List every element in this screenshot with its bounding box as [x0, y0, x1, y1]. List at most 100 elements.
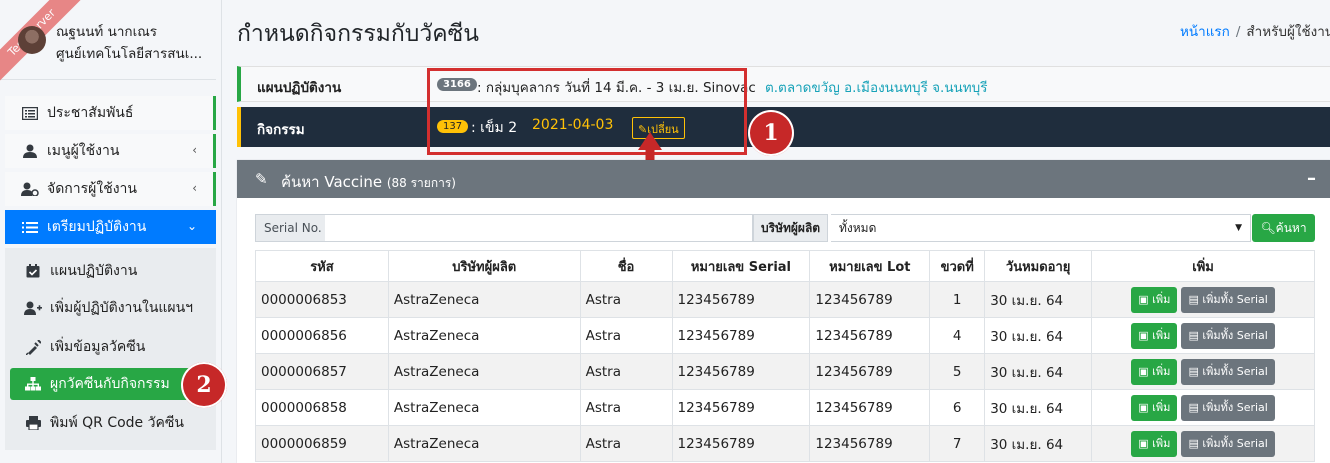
user-organization: ศูนย์เทคโนโลยีสารสนเ...: [56, 46, 203, 62]
bottles-icon: ▤: [1188, 400, 1199, 414]
syringe-icon: [24, 339, 42, 355]
serial-prefix-label: Serial No.: [255, 214, 331, 242]
add-all-serial-button[interactable]: ▤ เพิ่มทั้ง Serial: [1181, 358, 1275, 385]
chevron-left-icon: ‹: [192, 181, 197, 195]
add-all-serial-button[interactable]: ▤ เพิ่มทั้ง Serial: [1181, 394, 1275, 421]
table-cell: 123456789: [671, 353, 811, 390]
vaccine-count: (88 รายการ): [386, 176, 456, 190]
column-header[interactable]: บริษัทผู้ผลิต: [387, 250, 581, 282]
add-all-serial-button[interactable]: ▤ เพิ่มทั้ง Serial: [1181, 430, 1275, 457]
work-plan-label: แผนปฏิบัติงาน: [257, 80, 342, 96]
table-cell: AstraZeneca: [387, 353, 581, 390]
sidebar-item-manage-users[interactable]: จัดการผู้ใช้งาน ‹: [5, 172, 216, 206]
table-cell: 123456789: [809, 353, 931, 390]
sidebar-item-user-menu[interactable]: เมนูผู้ใช้งาน ‹: [5, 134, 216, 168]
table-row: 0000006859 AstraZeneca Astra 123456789 12345…: [255, 425, 1315, 462]
user-cog-icon: [21, 182, 39, 196]
chevron-down-icon: ⌄: [186, 219, 197, 233]
sidebar-subitem-print-qr[interactable]: พิมพ์ QR Code วัคซีน: [10, 407, 216, 439]
list-alt-icon: [21, 106, 39, 120]
print-icon: [24, 416, 42, 430]
table-cell: 0000006853: [255, 281, 389, 318]
table-cell-actions: ▣ เพิ่ม ▤ เพิ่มทั้ง Serial: [1091, 317, 1315, 354]
column-header[interactable]: รหัส: [255, 250, 389, 282]
syringe-icon: ✎: [255, 170, 268, 188]
table-cell: 123456789: [809, 425, 931, 462]
sidebar-item-prepare-work[interactable]: เตรียมปฏิบัติงาน ⌄: [5, 210, 216, 244]
column-header[interactable]: ขวดที่: [929, 250, 986, 282]
table-cell: 1: [929, 281, 986, 318]
plus-bottle-icon: ▣: [1138, 400, 1149, 414]
add-vaccine-button[interactable]: ▣ เพิ่ม: [1131, 394, 1178, 421]
table-cell: 4: [929, 317, 986, 354]
table-cell: Astra: [579, 425, 673, 462]
table-cell: 0000006856: [255, 317, 389, 354]
annotation-marker-1: 1: [748, 110, 794, 156]
table-row: 0000006856 AstraZeneca Astra 123456789 12345…: [255, 317, 1315, 354]
table-cell: Astra: [579, 389, 673, 426]
sidebar-subitem-add-workers[interactable]: เพิ่มผู้ปฏิบัติงานในแผนฯ: [10, 292, 216, 324]
user-name[interactable]: ณฐนนท์ นากเณร: [56, 20, 157, 42]
table-cell: 123456789: [671, 425, 811, 462]
sidebar-item-label: เมนูผู้ใช้งาน: [47, 143, 120, 159]
sidebar-subitem-label: เพิ่มผู้ปฏิบัติงานในแผนฯ: [50, 300, 194, 316]
activity-label: กิจกรรม: [257, 122, 305, 138]
add-vaccine-button[interactable]: ▣ เพิ่ม: [1131, 322, 1178, 349]
table-cell: 123456789: [671, 317, 811, 354]
sidebar-subitem-add-vaccine[interactable]: เพิ่มข้อมูลวัคซีน: [10, 331, 216, 363]
add-vaccine-button[interactable]: ▣ เพิ่ม: [1131, 358, 1178, 385]
column-header[interactable]: ชื่อ: [579, 250, 673, 282]
sitemap-icon: [24, 377, 42, 391]
add-vaccine-button[interactable]: ▣ เพิ่ม: [1131, 430, 1178, 457]
table-cell-actions: ▣ เพิ่ม ▤ เพิ่มทั้ง Serial: [1091, 353, 1315, 390]
search-bar: Serial No. บริษัทผู้ผลิต ทั้งหมด ▼ 🔍︎ค้น…: [255, 214, 1315, 242]
table-row: 0000006853 AstraZeneca Astra 123456789 12345…: [255, 281, 1315, 318]
table-cell: 7: [929, 425, 986, 462]
table-cell: 5: [929, 353, 986, 390]
sidebar-item-label: ประชาสัมพันธ์: [47, 105, 134, 121]
card-header: ✎ ค้นหา Vaccine (88 รายการ) –: [237, 160, 1330, 198]
sidebar-subitem-work-plan[interactable]: แผนปฏิบัติงาน: [10, 255, 216, 287]
add-vaccine-button[interactable]: ▣ เพิ่ม: [1131, 286, 1178, 313]
annotation-marker-2: 2: [181, 362, 227, 408]
breadcrumb-home-link[interactable]: หน้าแรก: [1180, 24, 1230, 40]
plus-bottle-icon: ▣: [1138, 436, 1149, 450]
table-cell: 0000006859: [255, 425, 389, 462]
breadcrumb-current: สำหรับผู้ใช้งาน: [1246, 24, 1330, 40]
bottles-icon: ▤: [1188, 328, 1199, 342]
table-cell: 123456789: [809, 317, 931, 354]
add-all-serial-button[interactable]: ▤ เพิ่มทั้ง Serial: [1181, 322, 1275, 349]
vaccine-search-card: ✎ ค้นหา Vaccine (88 รายการ) – Serial No.…: [237, 160, 1330, 463]
maker-select[interactable]: ทั้งหมด ▼: [831, 214, 1251, 242]
search-button[interactable]: 🔍︎ค้นหา: [1252, 214, 1315, 242]
add-all-serial-button[interactable]: ▤ เพิ่มทั้ง Serial: [1181, 286, 1275, 313]
collapse-button[interactable]: –: [1307, 168, 1316, 189]
table-cell: Astra: [579, 353, 673, 390]
table-cell: 30 เม.ย. 64: [984, 425, 1093, 462]
table-cell: 30 เม.ย. 64: [984, 317, 1093, 354]
table-cell: AstraZeneca: [387, 317, 581, 354]
breadcrumb-separator: /: [1235, 24, 1241, 40]
column-header[interactable]: หมายเลข Lot: [809, 250, 931, 282]
page-title: กำหนดกิจกรรมกับวัคซีน: [237, 21, 480, 47]
sidebar-item-news[interactable]: ประชาสัมพันธ์: [5, 96, 216, 130]
card-title: ค้นหา Vaccine (88 รายการ): [281, 173, 456, 191]
column-header[interactable]: หมายเลข Serial: [671, 250, 811, 282]
table-cell: Astra: [579, 317, 673, 354]
table-cell: 30 เม.ย. 64: [984, 389, 1093, 426]
user-plus-icon: [24, 301, 42, 315]
caret-down-icon: ▼: [1235, 223, 1242, 233]
serial-search-input[interactable]: [325, 214, 753, 242]
avatar[interactable]: [18, 26, 46, 54]
plus-bottle-icon: ▣: [1138, 292, 1149, 306]
work-plan-row: แผนปฏิบัติงาน 3166 : กลุ่มบุคลากร วันที่…: [237, 66, 1330, 102]
plus-bottle-icon: ▣: [1138, 364, 1149, 378]
plus-bottle-icon: ▣: [1138, 328, 1149, 342]
column-header[interactable]: วันหมดอายุ: [984, 250, 1093, 282]
breadcrumb: หน้าแรก / สำหรับผู้ใช้งาน: [1180, 20, 1330, 42]
table-cell-actions: ▣ เพิ่ม ▤ เพิ่มทั้ง Serial: [1091, 425, 1315, 462]
table-cell: Astra: [579, 281, 673, 318]
search-icon: 🔍︎: [1260, 220, 1276, 235]
table-cell: 0000006857: [255, 353, 389, 390]
bottles-icon: ▤: [1188, 364, 1199, 378]
